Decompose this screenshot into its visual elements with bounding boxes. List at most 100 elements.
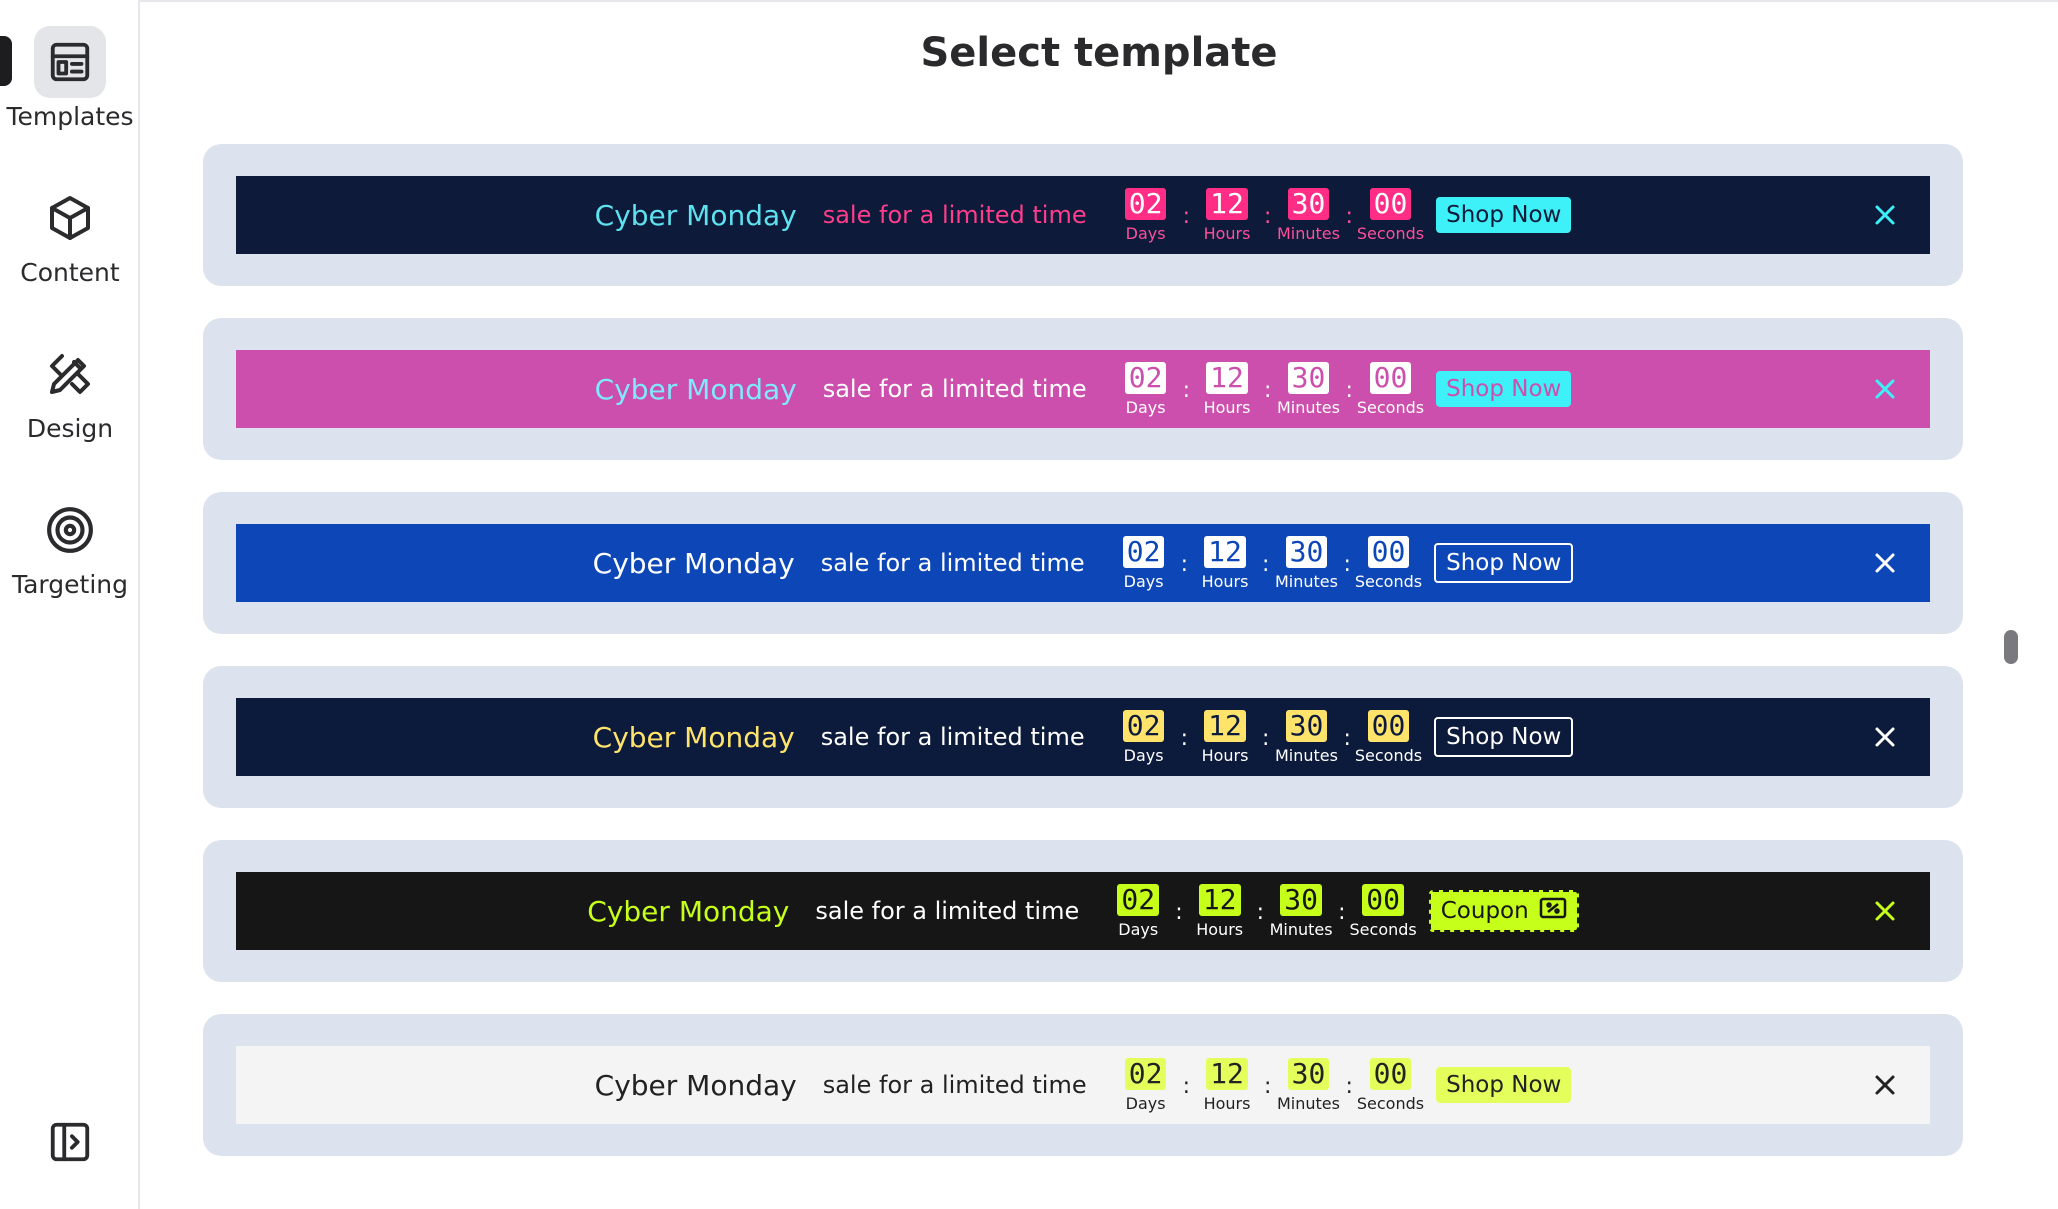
timer-label: Minutes xyxy=(1276,397,1340,417)
banner-headline: Cyber Monday xyxy=(592,720,795,754)
timer-label: Days xyxy=(1125,1093,1166,1113)
banner-preview: Cyber Monday sale for a limited time 02 Day… xyxy=(236,176,1930,254)
banner-headline: Cyber Monday xyxy=(594,198,797,232)
timer-separator: : xyxy=(1182,377,1191,403)
timer-value: 30 xyxy=(1287,187,1330,220)
timer-unit: 12 Hours xyxy=(1194,361,1260,417)
cta-button: Shop Now xyxy=(1436,197,1572,233)
sidebar-item-label: Content xyxy=(20,258,120,287)
target-icon xyxy=(34,494,106,566)
timer-label: Minutes xyxy=(1269,919,1333,939)
cta-label: Shop Now xyxy=(1446,550,1562,576)
sidebar: Templates Content Design Targeting xyxy=(0,0,140,1209)
timer-value: 30 xyxy=(1287,361,1330,394)
timer-label: Seconds xyxy=(1349,919,1417,939)
timer-value: 00 xyxy=(1369,1057,1412,1090)
timer-value: 02 xyxy=(1124,1057,1167,1090)
timer-value: 00 xyxy=(1367,709,1410,742)
close-icon[interactable] xyxy=(1870,548,1900,578)
timer-label: Hours xyxy=(1203,397,1251,417)
template-card[interactable]: Cyber Monday sale for a limited time 02 Day… xyxy=(203,318,1963,460)
sidebar-item-design[interactable]: Design xyxy=(0,338,140,443)
timer-value: 12 xyxy=(1206,187,1248,220)
banner-preview: Cyber Monday sale for a limited time 02 Day… xyxy=(236,1046,1930,1124)
countdown-timer: 02 Days:12 Hours:30 Minutes:00 Seconds xyxy=(1111,535,1422,591)
timer-value: 02 xyxy=(1124,361,1167,394)
scrollbar-thumb[interactable] xyxy=(2004,630,2018,664)
cta-button: Coupon xyxy=(1428,890,1579,932)
cta-label: Shop Now xyxy=(1446,1072,1562,1098)
timer-unit: 02 Days xyxy=(1105,883,1171,939)
template-card[interactable]: Cyber Monday sale for a limited time 02 Day… xyxy=(203,492,1963,634)
timer-separator: : xyxy=(1262,551,1270,577)
banner-subtext: sale for a limited time xyxy=(820,549,1085,577)
timer-label: Seconds xyxy=(1356,223,1425,243)
timer-unit: 12 Hours xyxy=(1192,535,1258,591)
timer-unit: 30 Minutes xyxy=(1275,187,1341,243)
cta-button: Shop Now xyxy=(1434,543,1574,583)
timer-label: Days xyxy=(1118,919,1159,939)
template-card[interactable]: Cyber Monday sale for a limited time 02 Day… xyxy=(203,144,1963,286)
timer-separator: : xyxy=(1264,377,1272,403)
timer-label: Seconds xyxy=(1356,397,1425,417)
banner-subtext: sale for a limited time xyxy=(820,723,1085,751)
template-card[interactable]: Cyber Monday sale for a limited time 02 Day… xyxy=(203,840,1963,982)
banner-headline: Cyber Monday xyxy=(594,1068,797,1102)
timer-separator: : xyxy=(1182,203,1191,229)
timer-value: 12 xyxy=(1206,1057,1248,1090)
sidebar-item-label: Targeting xyxy=(11,570,128,599)
timer-unit: 12 Hours xyxy=(1192,709,1258,765)
timer-value: 00 xyxy=(1369,361,1412,394)
sidebar-expand-button[interactable] xyxy=(44,1116,96,1168)
timer-separator: : xyxy=(1180,725,1189,751)
sidebar-item-label: Design xyxy=(26,414,114,443)
timer-value: 30 xyxy=(1280,883,1322,916)
timer-separator: : xyxy=(1264,203,1272,229)
timer-separator: : xyxy=(1345,1073,1353,1099)
timer-unit: 12 Hours xyxy=(1194,1057,1260,1113)
cta-label: Coupon xyxy=(1440,898,1529,924)
timer-value: 00 xyxy=(1362,883,1404,916)
timer-label: Minutes xyxy=(1274,745,1338,765)
close-icon[interactable] xyxy=(1870,374,1900,404)
banner-headline: Cyber Monday xyxy=(587,894,790,928)
cta-button: Shop Now xyxy=(1436,1067,1572,1103)
timer-label: Hours xyxy=(1203,223,1251,243)
timer-label: Seconds xyxy=(1356,1093,1425,1113)
close-icon[interactable] xyxy=(1870,200,1900,230)
countdown-timer: 02 Days:12 Hours:30 Minutes:00 Seconds xyxy=(1105,883,1417,939)
sidebar-item-content[interactable]: Content xyxy=(0,182,140,287)
timer-unit: 00 Seconds xyxy=(1356,1057,1425,1113)
close-icon[interactable] xyxy=(1870,1070,1900,1100)
timer-unit: 30 Minutes xyxy=(1275,1057,1341,1113)
timer-label: Minutes xyxy=(1276,1093,1340,1113)
banner-subtext: sale for a limited time xyxy=(815,897,1080,925)
timer-value: 00 xyxy=(1367,535,1410,568)
timer-label: Minutes xyxy=(1276,223,1340,243)
timer-unit: 00 Seconds xyxy=(1349,883,1417,939)
sidebar-item-templates[interactable]: Templates xyxy=(0,26,140,131)
template-card[interactable]: Cyber Monday sale for a limited time 02 Day… xyxy=(203,1014,1963,1156)
timer-unit: 02 Days xyxy=(1113,187,1179,243)
template-card[interactable]: Cyber Monday sale for a limited time 02 Day… xyxy=(203,666,1963,808)
banner-preview: Cyber Monday sale for a limited time 02 Day… xyxy=(236,524,1930,602)
close-icon[interactable] xyxy=(1870,896,1900,926)
timer-label: Days xyxy=(1125,223,1166,243)
cta-label: Shop Now xyxy=(1446,376,1562,402)
timer-separator: : xyxy=(1256,899,1265,925)
countdown-timer: 02 Days:12 Hours:30 Minutes:00 Seconds xyxy=(1111,709,1422,765)
close-icon[interactable] xyxy=(1870,722,1900,752)
timer-label: Days xyxy=(1125,397,1166,417)
timer-label: Minutes xyxy=(1274,571,1338,591)
timer-value: 12 xyxy=(1198,883,1241,916)
timer-value: 00 xyxy=(1369,187,1412,220)
cta-label: Shop Now xyxy=(1446,724,1562,750)
timer-value: 12 xyxy=(1206,361,1248,394)
sidebar-item-targeting[interactable]: Targeting xyxy=(0,494,140,599)
timer-unit: 00 Seconds xyxy=(1355,535,1422,591)
timer-unit: 02 Days xyxy=(1113,361,1179,417)
timer-unit: 30 Minutes xyxy=(1273,535,1339,591)
timer-value: 12 xyxy=(1204,535,1246,568)
timer-value: 02 xyxy=(1124,187,1167,220)
timer-unit: 12 Hours xyxy=(1187,883,1253,939)
